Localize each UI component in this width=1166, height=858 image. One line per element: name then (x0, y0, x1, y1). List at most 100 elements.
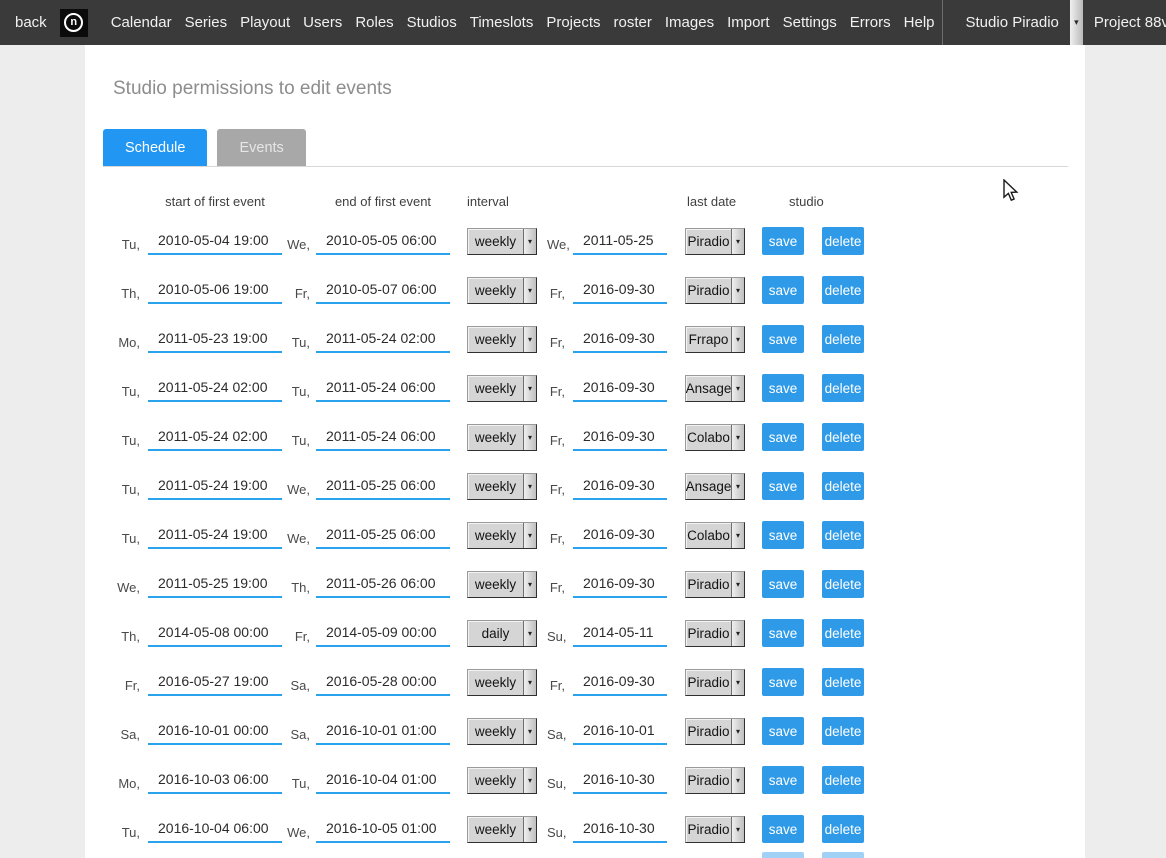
interval-select[interactable]: weekly▾ (467, 228, 537, 255)
nav-item-calendar[interactable]: Calendar (111, 14, 172, 31)
last-date-input[interactable] (573, 669, 667, 696)
start-of-first-event-input[interactable] (148, 571, 282, 598)
delete-button[interactable]: delete (822, 325, 864, 353)
save-button[interactable]: save (762, 227, 804, 255)
project-switch-select[interactable]: Project 88vier ▾ (1083, 0, 1166, 45)
studio-switch-select[interactable]: Studio Piradio ▾ (943, 0, 1083, 45)
delete-button[interactable]: delete (822, 570, 864, 598)
chevron-down-icon[interactable]: ▾ (1070, 0, 1083, 45)
save-button[interactable]: save (762, 472, 804, 500)
end-of-first-event-input[interactable] (316, 816, 450, 843)
interval-select[interactable]: weekly▾ (467, 277, 537, 304)
interval-select[interactable]: daily▾ (467, 620, 537, 647)
delete-button[interactable]: delete (822, 472, 864, 500)
nav-item-studios[interactable]: Studios (407, 14, 457, 31)
app-logo[interactable]: n (60, 9, 88, 37)
studio-select[interactable]: Ansage▾ (685, 375, 745, 402)
nav-item-help[interactable]: Help (904, 14, 935, 31)
last-date-input[interactable] (573, 424, 667, 451)
nav-item-errors[interactable]: Errors (850, 14, 891, 31)
end-of-first-event-input[interactable] (316, 620, 450, 647)
interval-select[interactable]: weekly▾ (467, 326, 537, 353)
partial-next-row-delete-button[interactable] (822, 852, 864, 858)
studio-select[interactable]: Piradio▾ (685, 228, 745, 255)
studio-select[interactable]: Piradio▾ (685, 718, 745, 745)
delete-button[interactable]: delete (822, 227, 864, 255)
interval-select[interactable]: weekly▾ (467, 816, 537, 843)
save-button[interactable]: save (762, 619, 804, 647)
interval-select[interactable]: weekly▾ (467, 424, 537, 451)
last-date-input[interactable] (573, 816, 667, 843)
delete-button[interactable]: delete (822, 276, 864, 304)
end-of-first-event-input[interactable] (316, 326, 450, 353)
save-button[interactable]: save (762, 815, 804, 843)
end-of-first-event-input[interactable] (316, 522, 450, 549)
studio-select[interactable]: Ansage▾ (685, 473, 745, 500)
nav-item-playout[interactable]: Playout (240, 14, 290, 31)
nav-item-roster[interactable]: roster (614, 14, 652, 31)
nav-item-projects[interactable]: Projects (546, 14, 600, 31)
end-of-first-event-input[interactable] (316, 375, 450, 402)
interval-select[interactable]: weekly▾ (467, 473, 537, 500)
end-of-first-event-input[interactable] (316, 669, 450, 696)
delete-button[interactable]: delete (822, 668, 864, 696)
nav-item-users[interactable]: Users (303, 14, 342, 31)
end-of-first-event-input[interactable] (316, 571, 450, 598)
last-date-input[interactable] (573, 767, 667, 794)
start-of-first-event-input[interactable] (148, 277, 282, 304)
save-button[interactable]: save (762, 423, 804, 451)
delete-button[interactable]: delete (822, 374, 864, 402)
studio-select[interactable]: Piradio▾ (685, 767, 745, 794)
last-date-input[interactable] (573, 228, 667, 255)
start-of-first-event-input[interactable] (148, 473, 282, 500)
start-of-first-event-input[interactable] (148, 816, 282, 843)
delete-button[interactable]: delete (822, 766, 864, 794)
start-of-first-event-input[interactable] (148, 228, 282, 255)
start-of-first-event-input[interactable] (148, 326, 282, 353)
studio-select[interactable]: Piradio▾ (685, 816, 745, 843)
end-of-first-event-input[interactable] (316, 277, 450, 304)
end-of-first-event-input[interactable] (316, 473, 450, 500)
nav-item-settings[interactable]: Settings (783, 14, 837, 31)
start-of-first-event-input[interactable] (148, 767, 282, 794)
start-of-first-event-input[interactable] (148, 375, 282, 402)
last-date-input[interactable] (573, 620, 667, 647)
last-date-input[interactable] (573, 522, 667, 549)
end-of-first-event-input[interactable] (316, 228, 450, 255)
start-of-first-event-input[interactable] (148, 669, 282, 696)
delete-button[interactable]: delete (822, 815, 864, 843)
start-of-first-event-input[interactable] (148, 620, 282, 647)
save-button[interactable]: save (762, 717, 804, 745)
studio-select[interactable]: Piradio▾ (685, 277, 745, 304)
interval-select[interactable]: weekly▾ (467, 522, 537, 549)
last-date-input[interactable] (573, 326, 667, 353)
delete-button[interactable]: delete (822, 619, 864, 647)
nav-item-import[interactable]: Import (727, 14, 770, 31)
interval-select[interactable]: weekly▾ (467, 571, 537, 598)
save-button[interactable]: save (762, 325, 804, 353)
studio-select[interactable]: Frrapo▾ (685, 326, 745, 353)
interval-select[interactable]: weekly▾ (467, 669, 537, 696)
delete-button[interactable]: delete (822, 521, 864, 549)
partial-next-row-save-button[interactable] (762, 852, 804, 858)
nav-item-images[interactable]: Images (665, 14, 714, 31)
last-date-input[interactable] (573, 571, 667, 598)
nav-item-timeslots[interactable]: Timeslots (470, 14, 534, 31)
interval-select[interactable]: weekly▾ (467, 718, 537, 745)
save-button[interactable]: save (762, 374, 804, 402)
save-button[interactable]: save (762, 276, 804, 304)
tab-schedule[interactable]: Schedule (103, 129, 207, 166)
nav-item-roles[interactable]: Roles (355, 14, 393, 31)
save-button[interactable]: save (762, 668, 804, 696)
last-date-input[interactable] (573, 277, 667, 304)
start-of-first-event-input[interactable] (148, 522, 282, 549)
delete-button[interactable]: delete (822, 717, 864, 745)
nav-item-series[interactable]: Series (185, 14, 228, 31)
last-date-input[interactable] (573, 473, 667, 500)
last-date-input[interactable] (573, 718, 667, 745)
end-of-first-event-input[interactable] (316, 424, 450, 451)
delete-button[interactable]: delete (822, 423, 864, 451)
start-of-first-event-input[interactable] (148, 718, 282, 745)
interval-select[interactable]: weekly▾ (467, 375, 537, 402)
end-of-first-event-input[interactable] (316, 767, 450, 794)
